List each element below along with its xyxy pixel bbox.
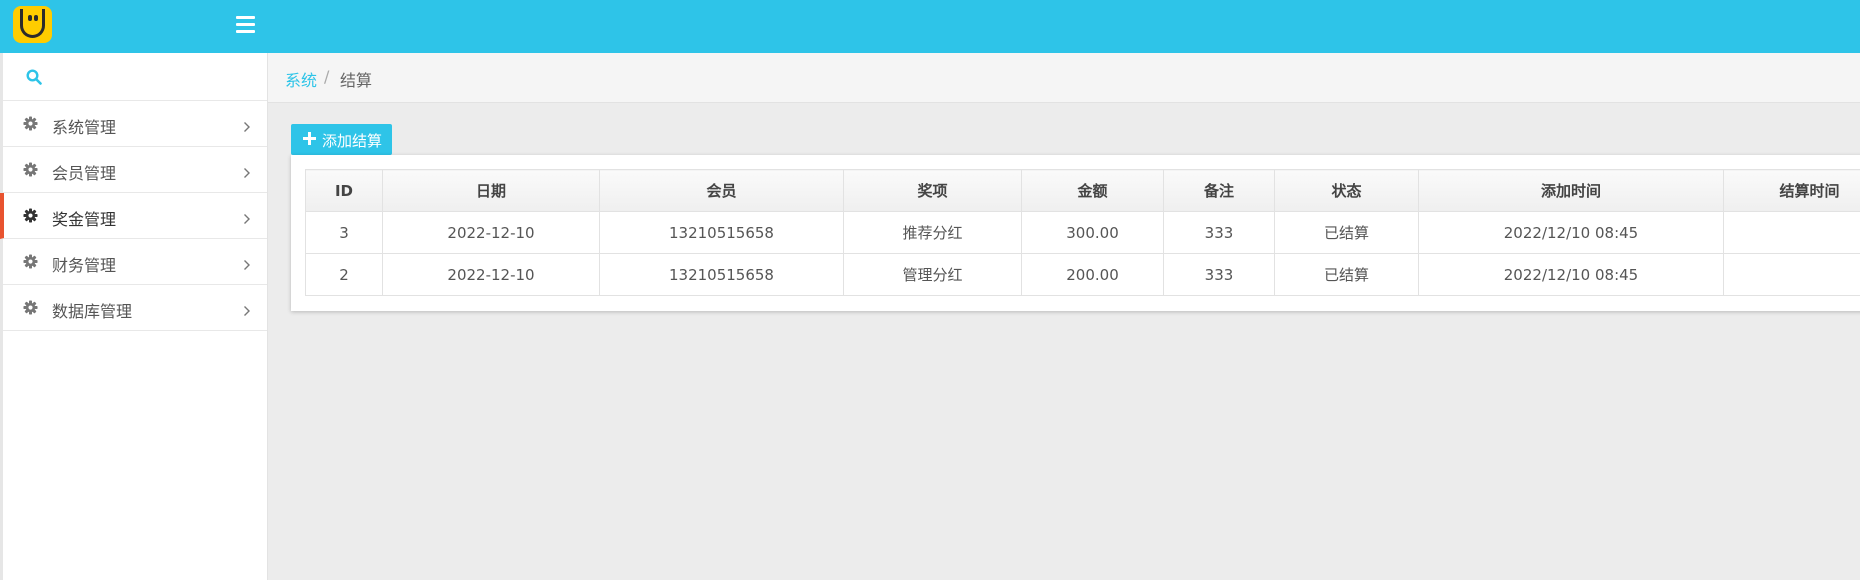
table-cell: 333 (1163, 253, 1275, 296)
gear-icon (23, 116, 38, 135)
table-cell: 333 (1163, 211, 1275, 254)
gear-icon (23, 162, 38, 181)
table-cell: 已结算 (1274, 211, 1419, 254)
sidebar-item[interactable]: 奖金管理 (0, 193, 267, 239)
table-cell: 200.00 (1021, 253, 1164, 296)
settlement-panel: ID 日期 会员 奖项 金额 备注 状态 添加时间 结算时间 3 2022-12-10 132105… (291, 155, 1860, 311)
sidebar-item[interactable]: 财务管理 (3, 239, 267, 285)
gear-icon (23, 300, 38, 319)
smiley-logo-icon[interactable] (13, 6, 52, 43)
table-cell: 13210515658 (599, 253, 844, 296)
column-header: 结算时间 (1723, 169, 1860, 212)
table-cell: 2022/12/10 08:45 (1418, 211, 1724, 254)
chevron-right-icon (243, 302, 251, 321)
column-header: 会员 (599, 169, 844, 212)
sidebar-nav: 系统管理会员管理奖金管理财务管理数据库管理 (0, 101, 267, 331)
chevron-right-icon (243, 164, 251, 183)
breadcrumb: 系统 / 结算 (268, 53, 1860, 103)
column-header: 添加时间 (1418, 169, 1724, 212)
chevron-right-icon (243, 118, 251, 137)
table-row[interactable]: 2 2022-12-10 13210515658 管理分红 200.00 333 已结算 20… (305, 253, 1860, 296)
gear-icon (23, 208, 38, 227)
breadcrumb-current: 结算 (340, 71, 373, 90)
sidebar-item-label: 奖金管理 (52, 210, 117, 229)
plus-icon (303, 132, 316, 145)
sidebar-item[interactable]: 会员管理 (3, 147, 267, 193)
column-header: 日期 (382, 169, 600, 212)
sidebar-item-label: 财务管理 (52, 256, 117, 275)
gear-icon (23, 254, 38, 273)
sidebar-item-label: 系统管理 (52, 118, 117, 137)
sidebar-item[interactable]: 数据库管理 (3, 285, 267, 331)
table-cell (1723, 211, 1860, 254)
sidebar-search[interactable] (3, 53, 267, 101)
sidebar: 系统管理会员管理奖金管理财务管理数据库管理 (0, 53, 268, 580)
table-row[interactable]: 3 2022-12-10 13210515658 推荐分红 300.00 333 已结算 20… (305, 211, 1860, 254)
column-header: 备注 (1163, 169, 1275, 212)
table-cell (1723, 253, 1860, 296)
table-header-row: ID 日期 会员 奖项 金额 备注 状态 添加时间 结算时间 (305, 169, 1860, 212)
table-cell: 管理分红 (843, 253, 1022, 296)
chevron-right-icon (243, 210, 251, 229)
sidebar-item[interactable]: 系统管理 (3, 101, 267, 147)
table-cell: 13210515658 (599, 211, 844, 254)
sidebar-item-label: 会员管理 (52, 164, 117, 183)
chevron-right-icon (243, 256, 251, 275)
column-header: 状态 (1274, 169, 1419, 212)
table-cell: 2022-12-10 (382, 253, 600, 296)
search-icon[interactable] (26, 69, 42, 85)
table-cell: 300.00 (1021, 211, 1164, 254)
table-cell: 3 (305, 211, 383, 254)
column-header: 奖项 (843, 169, 1022, 212)
table-cell: 推荐分红 (843, 211, 1022, 254)
column-header: 金额 (1021, 169, 1164, 212)
breadcrumb-separator: / (324, 67, 330, 86)
column-header: ID (305, 169, 383, 212)
settlement-table: ID 日期 会员 奖项 金额 备注 状态 添加时间 结算时间 3 2022-12-10 132105… (305, 169, 1860, 296)
hamburger-menu-icon[interactable] (236, 16, 255, 34)
sidebar-item-label: 数据库管理 (52, 302, 133, 321)
table-cell: 2022/12/10 08:45 (1418, 253, 1724, 296)
table-cell: 2022-12-10 (382, 211, 600, 254)
table-cell: 已结算 (1274, 253, 1419, 296)
add-settlement-label: 添加结算 (322, 132, 383, 150)
table-cell: 2 (305, 253, 383, 296)
top-bar (0, 0, 1860, 53)
add-settlement-button[interactable]: 添加结算 (291, 124, 392, 155)
breadcrumb-root-link[interactable]: 系统 (285, 67, 317, 91)
